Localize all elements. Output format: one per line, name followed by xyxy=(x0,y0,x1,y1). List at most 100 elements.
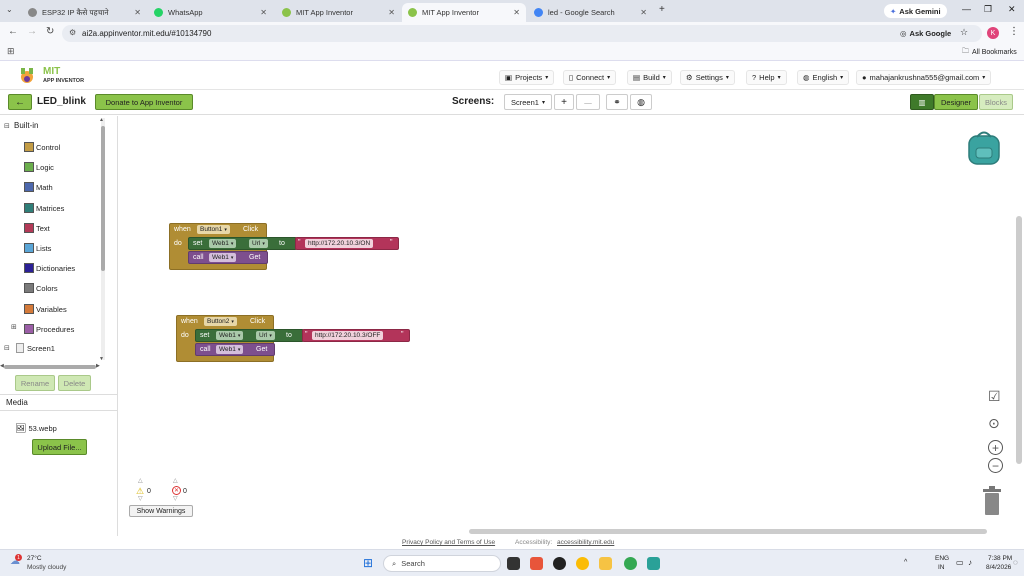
error-next-icon[interactable]: ▽ xyxy=(173,495,178,502)
builtin-text[interactable]: Text xyxy=(24,222,50,234)
tab-appinventor-1[interactable]: MIT App Inventor ✕ xyxy=(276,3,401,22)
palette-vscroll-thumb[interactable] xyxy=(101,126,105,271)
privacy-link[interactable]: Privacy Policy and Terms of Use xyxy=(402,539,495,546)
collapse-icon[interactable]: ⊟ xyxy=(4,344,10,352)
zoom-out-icon[interactable]: − xyxy=(988,458,1003,473)
scroll-down-icon[interactable]: ▼ xyxy=(99,356,104,362)
scroll-up-icon[interactable]: ▲ xyxy=(99,117,104,123)
menu-build[interactable]: ▤ Build ▾ xyxy=(627,70,672,85)
forward-icon[interactable]: → xyxy=(27,26,37,37)
tray-chevron-icon[interactable]: ^ xyxy=(904,559,907,566)
menu-connect[interactable]: ▯ Connect ▾ xyxy=(563,70,617,85)
back-to-projects-button[interactable]: ← xyxy=(8,94,32,110)
rename-button[interactable]: Rename xyxy=(15,375,55,391)
close-icon[interactable]: ✕ xyxy=(513,8,520,17)
task-view-icon[interactable] xyxy=(507,557,520,570)
tab-esp32[interactable]: ESP32 IP कैसे पहचाने ✕ xyxy=(22,3,147,22)
language-region[interactable]: IN xyxy=(938,564,945,571)
menu-language[interactable]: ◍ English ▾ xyxy=(797,70,850,85)
screen1-tree-item[interactable]: Screen1 xyxy=(16,343,55,353)
recenter-icon[interactable]: ⊙ xyxy=(988,415,1000,432)
builtin-control[interactable]: Control xyxy=(24,141,60,153)
minimize-icon[interactable]: — xyxy=(962,4,971,14)
ask-google-button[interactable]: ◎ Ask Google xyxy=(900,27,951,40)
arduino-icon[interactable] xyxy=(647,557,660,570)
app-inventor-logo[interactable]: MIT APP INVENTOR xyxy=(16,65,86,87)
collapse-icon[interactable]: ⊟ xyxy=(4,122,10,130)
windows-start-icon[interactable]: ⊞ xyxy=(363,556,373,570)
builtin-logic[interactable]: Logic xyxy=(24,161,54,173)
menu-help[interactable]: ? Help ▾ xyxy=(746,70,787,85)
language-code[interactable]: ENG xyxy=(935,555,949,562)
text-value-field[interactable]: http://172.20.10.3/ON xyxy=(305,239,374,248)
restore-icon[interactable]: ❐ xyxy=(984,4,992,15)
clock-time[interactable]: 7:38 PM xyxy=(988,555,1012,562)
menu-settings[interactable]: ⚙ Settings ▾ xyxy=(680,70,735,85)
tab-appinventor-2[interactable]: MIT App Inventor ✕ xyxy=(402,3,526,22)
designer-button[interactable]: Designer xyxy=(934,94,978,110)
close-icon[interactable]: ✕ xyxy=(134,8,141,17)
builtin-lists[interactable]: Lists xyxy=(24,242,51,254)
all-bookmarks-button[interactable]: 🗀 All Bookmarks xyxy=(962,47,1017,58)
app-icon-dark[interactable] xyxy=(553,557,566,570)
kebab-menu-icon[interactable]: ⋮ xyxy=(1009,26,1019,37)
close-icon[interactable]: ✕ xyxy=(640,8,647,17)
chrome-icon[interactable] xyxy=(576,557,589,570)
web-dropdown[interactable]: Web1 ▾ xyxy=(216,345,244,354)
screen-select[interactable]: Screen1 ▾ xyxy=(504,94,552,110)
back-icon[interactable]: ← xyxy=(8,26,18,37)
taskbar-search[interactable]: ⌕ Search xyxy=(383,555,501,572)
scroll-right-icon[interactable]: ▶ xyxy=(96,363,100,369)
weather-widget[interactable]: ☁ 1 27°C Mostly cloudy xyxy=(8,554,88,574)
menu-projects[interactable]: ▣ Projects ▾ xyxy=(499,70,555,85)
volume-icon[interactable]: ♪ xyxy=(968,558,972,567)
close-icon[interactable]: ✕ xyxy=(260,8,267,17)
palette-hscroll-thumb[interactable] xyxy=(4,365,96,369)
component-dropdown[interactable]: Button1 ▾ xyxy=(197,225,230,234)
web-dropdown[interactable]: Web1 ▾ xyxy=(209,239,237,248)
reload-icon[interactable]: ↻ xyxy=(46,26,54,37)
donate-button[interactable]: Donate to App Inventor xyxy=(95,94,193,110)
chrome-profile-icon[interactable] xyxy=(624,557,637,570)
notification-icon[interactable]: ◌ xyxy=(1013,558,1018,567)
builtin-procedures[interactable]: Procedures xyxy=(24,323,74,335)
project-properties-button[interactable]: ⚭ xyxy=(606,94,628,110)
show-warnings-button[interactable]: Show Warnings xyxy=(129,505,193,517)
warning-prev-icon[interactable]: △ xyxy=(138,477,143,484)
property-dropdown[interactable]: Url ▾ xyxy=(249,239,268,248)
preview-button[interactable]: ◍ xyxy=(630,94,652,110)
profile-avatar[interactable]: K xyxy=(987,27,999,39)
close-window-icon[interactable]: ✕ xyxy=(1008,4,1016,15)
app-icon-red[interactable] xyxy=(530,557,543,570)
delete-button[interactable]: Delete xyxy=(58,375,91,391)
clock-date[interactable]: 8/4/2026 xyxy=(986,564,1011,571)
event-block-button2-click[interactable]: when Button2 ▾ Click do set Web1 ▾ Url ▾ to… xyxy=(176,315,411,363)
file-explorer-icon[interactable] xyxy=(599,557,612,570)
cleanup-icon[interactable]: ☑ xyxy=(988,388,1001,405)
backpack-icon[interactable] xyxy=(965,128,1003,166)
site-info-icon[interactable]: ⚙ xyxy=(69,28,76,37)
builtin-math[interactable]: Math xyxy=(24,181,53,193)
apps-grid-icon[interactable]: ⊞ xyxy=(7,46,15,57)
expand-icon[interactable]: ⊞ xyxy=(11,323,17,331)
builtin-header[interactable]: Built-in xyxy=(14,121,38,130)
wifi-icon[interactable]: ▭ xyxy=(956,558,964,567)
url-text[interactable]: ai2a.appinventor.mit.edu/#10134790 xyxy=(82,29,211,38)
builtin-colors[interactable]: Colors xyxy=(24,282,58,294)
property-dropdown[interactable]: Url ▾ xyxy=(256,331,275,340)
web-dropdown[interactable]: Web1 ▾ xyxy=(216,331,244,340)
new-tab-button[interactable]: + xyxy=(659,4,665,15)
component-dropdown[interactable]: Button2 ▾ xyxy=(204,317,237,326)
workspace-vscroll-thumb[interactable] xyxy=(1016,216,1022,464)
close-icon[interactable]: ✕ xyxy=(388,8,395,17)
text-value-field[interactable]: http://172.20.10.3/OFF xyxy=(312,331,384,340)
remove-screen-button[interactable]: — xyxy=(576,94,600,110)
builtin-matrices[interactable]: Matrices xyxy=(24,202,64,214)
bookmark-star-icon[interactable]: ☆ xyxy=(960,27,968,38)
tab-whatsapp[interactable]: WhatsApp ✕ xyxy=(148,3,273,22)
blocks-workspace[interactable]: when Button1 ▾ Click do set Web1 ▾ Url ▾ to… xyxy=(119,116,1024,536)
accessibility-link[interactable]: accessibility.mit.edu xyxy=(557,539,614,546)
workspace-hscroll-thumb[interactable] xyxy=(469,529,987,534)
web-dropdown[interactable]: Web1 ▾ xyxy=(209,253,237,262)
zoom-in-icon[interactable]: + xyxy=(988,440,1003,455)
